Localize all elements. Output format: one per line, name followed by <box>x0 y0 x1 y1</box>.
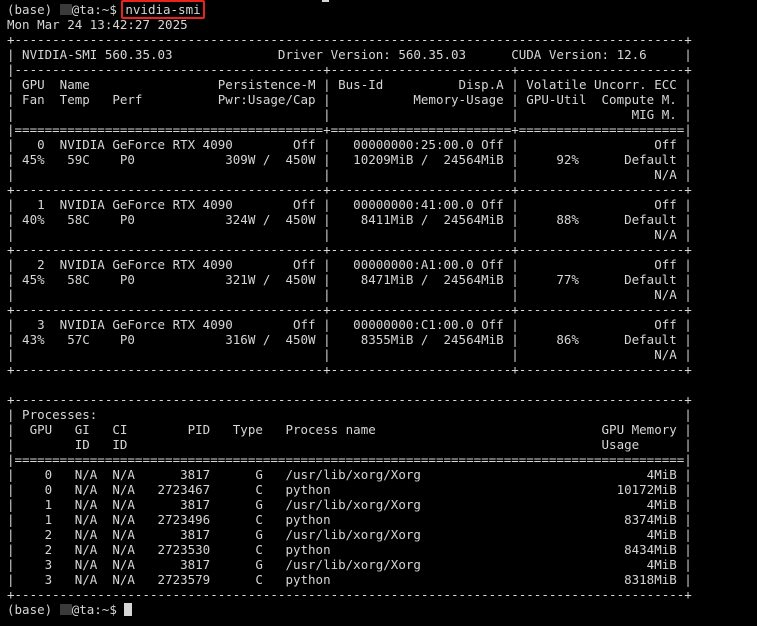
output-line: +---------------------------------------… <box>7 392 692 407</box>
output-line: |---------------------------------------… <box>7 62 692 77</box>
prompt-host: @ta:~$ <box>71 602 125 617</box>
output-line: | ID ID Usage | <box>7 437 692 452</box>
output-line: +---------------------------------------… <box>7 182 692 197</box>
output-line: | 45% 58C P0 321W / 450W | 8471MiB / 245… <box>7 272 692 287</box>
terminal-window[interactable]: (base) @ta:~$ nvidia-smi Mon Mar 24 13:4… <box>0 0 757 626</box>
output-line: | 3 NVIDIA GeForce RTX 4090 Off | 000000… <box>7 317 692 332</box>
window-drag-mark <box>322 0 329 2</box>
output-line: |=======================================… <box>7 452 692 467</box>
output-line: | | | N/A | <box>7 287 692 302</box>
output-line: +---------------------------------------… <box>7 302 692 317</box>
redacted-username <box>59 604 72 615</box>
output-line: | 43% 57C P0 316W / 450W | 8355MiB / 245… <box>7 332 692 347</box>
prompt-env: (base) <box>7 2 60 17</box>
output-line: | GPU GI CI PID Type Process name GPU Me… <box>7 422 692 437</box>
output-line: |=======================================… <box>7 122 692 137</box>
command-prompt-line: (base) @ta:~$ nvidia-smi <box>7 0 757 19</box>
output-line: | 1 N/A N/A 2723496 C python 8374MiB | <box>7 512 692 527</box>
output-line: | GPU Name Persistence-M | Bus-Id Disp.A… <box>7 77 692 92</box>
output-line: | | | N/A | <box>7 227 692 242</box>
output-line: +---------------------------------------… <box>7 587 692 602</box>
text-cursor <box>124 603 133 616</box>
output-line: | 3 N/A N/A 2723579 C python 8318MiB | <box>7 572 692 587</box>
prompt-env: (base) <box>7 602 60 617</box>
output-line: | | | N/A | <box>7 347 692 362</box>
output-line: | 1 NVIDIA GeForce RTX 4090 Off | 000000… <box>7 197 692 212</box>
output-line: | | | N/A | <box>7 167 692 182</box>
output-line: | 2 NVIDIA GeForce RTX 4090 Off | 000000… <box>7 257 692 272</box>
output-line: +---------------------------------------… <box>7 242 692 257</box>
prompt-host: @ta:~$ <box>71 2 125 17</box>
output-line: | NVIDIA-SMI 560.35.03 Driver Version: 5… <box>7 47 692 62</box>
output-line: | 0 N/A N/A 2723467 C python 10172MiB | <box>7 482 692 497</box>
output-line: | 0 NVIDIA GeForce RTX 4090 Off | 000000… <box>7 137 692 152</box>
output-line: | | | MIG M. | <box>7 107 692 122</box>
output-line: +---------------------------------------… <box>7 362 692 377</box>
command-output: Mon Mar 24 13:42:27 2025 +---------------… <box>7 17 757 602</box>
output-line: | Fan Temp Perf Pwr:Usage/Cap | Memory-U… <box>7 92 692 107</box>
output-line: | 2 N/A N/A 2723530 C python 8434MiB | <box>7 542 692 557</box>
output-line: | 1 N/A N/A 3817 G /usr/lib/xorg/Xorg 4M… <box>7 497 692 512</box>
output-line: | Processes: | <box>7 407 692 422</box>
output-line: +---------------------------------------… <box>7 32 692 47</box>
output-line: | 2 N/A N/A 3817 G /usr/lib/xorg/Xorg 4M… <box>7 527 692 542</box>
current-prompt-line[interactable]: (base) @ta:~$ <box>7 602 757 617</box>
output-line: | 0 N/A N/A 3817 G /usr/lib/xorg/Xorg 4M… <box>7 467 692 482</box>
output-line: | 45% 59C P0 309W / 450W | 10209MiB / 24… <box>7 152 692 167</box>
output-line: Mon Mar 24 13:42:27 2025 <box>7 17 188 32</box>
output-line: | 3 N/A N/A 3817 G /usr/lib/xorg/Xorg 4M… <box>7 557 692 572</box>
output-line: | 40% 58C P0 324W / 450W | 8411MiB / 245… <box>7 212 692 227</box>
redacted-username <box>59 4 72 15</box>
